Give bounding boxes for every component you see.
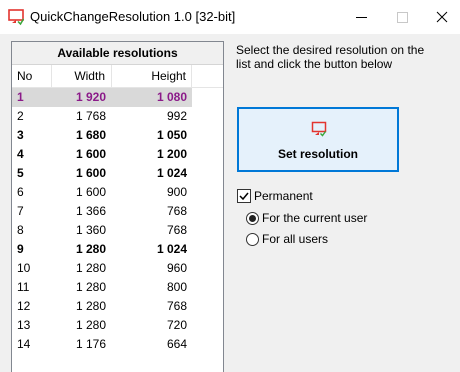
radio-current-user[interactable] [246,211,259,225]
cell-no: 1 [17,90,24,104]
cell-no: 11 [17,280,30,294]
monitor-refresh-icon [311,121,327,137]
cell-width: 1 768 [75,109,106,123]
cell-width: 1 360 [75,223,106,237]
table-row[interactable]: 3 1 680 1 050 [12,126,192,145]
radio-all-users-option[interactable]: For all users [246,231,328,247]
table-row[interactable]: 1 1 920 1 080 [12,88,192,107]
cell-width: 1 280 [75,299,106,313]
cell-no: 9 [17,242,24,256]
cell-width: 1 176 [75,337,106,351]
set-resolution-label: Set resolution [277,147,358,161]
set-resolution-button[interactable]: Set resolution [237,107,399,172]
cell-width: 1 920 [75,90,106,104]
column-header-width[interactable]: Width [52,65,112,87]
cell-height: 768 [166,223,187,237]
table-row[interactable]: 4 1 600 1 200 [12,145,192,164]
cell-no: 4 [17,147,24,161]
cell-no: 10 [17,261,31,275]
cell-no: 2 [17,109,24,123]
cell-height: 1 080 [156,90,187,104]
cell-height: 768 [166,299,187,313]
radio-current-user-option[interactable]: For the current user [246,210,367,226]
resolution-list[interactable]: Available resolutions No Width Height 11… [11,41,224,372]
table-row[interactable]: 7 1 366 768 [12,202,192,221]
cell-width: 1 280 [75,242,106,256]
table-row[interactable]: 11 1 280 800 [12,278,192,297]
cell-height: 1 050 [156,128,187,142]
window-title: QuickChangeResolution 1.0 [32-bit] [30,9,236,24]
cell-height: 664 [166,337,187,351]
cell-height: 1 024 [156,166,187,180]
table-row[interactable]: 6 1 600 900 [12,183,192,202]
instructions-text: Select the desired resolution on the lis… [236,43,425,71]
cell-height: 960 [166,261,187,275]
close-icon [436,11,448,23]
cell-no: 3 [17,128,24,142]
cell-no: 8 [17,223,24,237]
table-row[interactable]: 5 1 600 1 024 [12,164,192,183]
permanent-option[interactable]: Permanent [237,188,313,204]
cell-width: 1 366 [75,204,106,218]
permanent-checkbox[interactable] [237,189,251,203]
radio-all-users[interactable] [246,232,259,246]
cell-no: 14 [17,337,31,351]
cell-no: 7 [17,204,24,218]
cell-no: 13 [17,318,31,332]
table-row[interactable]: 13 1 280 720 [12,316,192,335]
cell-height: 992 [166,109,187,123]
table-row[interactable]: 10 1 280 960 [12,259,192,278]
minimize-button[interactable] [342,0,382,34]
column-header-height[interactable]: Height [112,65,192,87]
table-row[interactable]: 12 1 280 768 [12,297,192,316]
list-rows: 1 1 920 1 080 2 1 768 992 3 1 680 1 050 4 1 600 1 2… [12,88,223,354]
column-header-no[interactable]: No [12,65,52,87]
cell-height: 1 200 [156,147,187,161]
cell-no: 6 [17,185,24,199]
cell-no: 5 [17,166,24,180]
permanent-label: Permanent [254,189,313,203]
list-caption: Available resolutions [12,42,223,65]
title-bar[interactable]: QuickChangeResolution 1.0 [32-bit] [0,0,460,34]
cell-width: 1 280 [75,318,106,332]
cell-width: 1 600 [75,147,106,161]
checkmark-icon [239,192,249,201]
list-header: No Width Height [12,65,223,88]
table-row[interactable]: 9 1 280 1 024 [12,240,192,259]
cell-no: 12 [17,299,31,313]
table-row[interactable]: 14 1 176 664 [12,335,192,354]
cell-width: 1 680 [75,128,106,142]
maximize-button[interactable] [382,0,422,34]
radio-all-users-label: For all users [262,232,329,246]
cell-height: 768 [166,204,187,218]
close-button[interactable] [422,0,460,34]
cell-height: 720 [166,318,187,332]
cell-width: 1 600 [75,185,106,199]
app-window: QuickChangeResolution 1.0 [32-bit] Avail… [0,0,460,372]
cell-width: 1 600 [75,166,106,180]
cell-height: 800 [166,280,187,294]
table-row[interactable]: 8 1 360 768 [12,221,192,240]
table-row[interactable]: 2 1 768 992 [12,107,192,126]
cell-height: 1 024 [156,242,187,256]
cell-height: 900 [166,185,187,199]
monitor-refresh-icon [8,9,25,26]
cell-width: 1 280 [75,280,106,294]
radio-current-user-label: For the current user [262,211,368,225]
cell-width: 1 280 [75,261,106,275]
